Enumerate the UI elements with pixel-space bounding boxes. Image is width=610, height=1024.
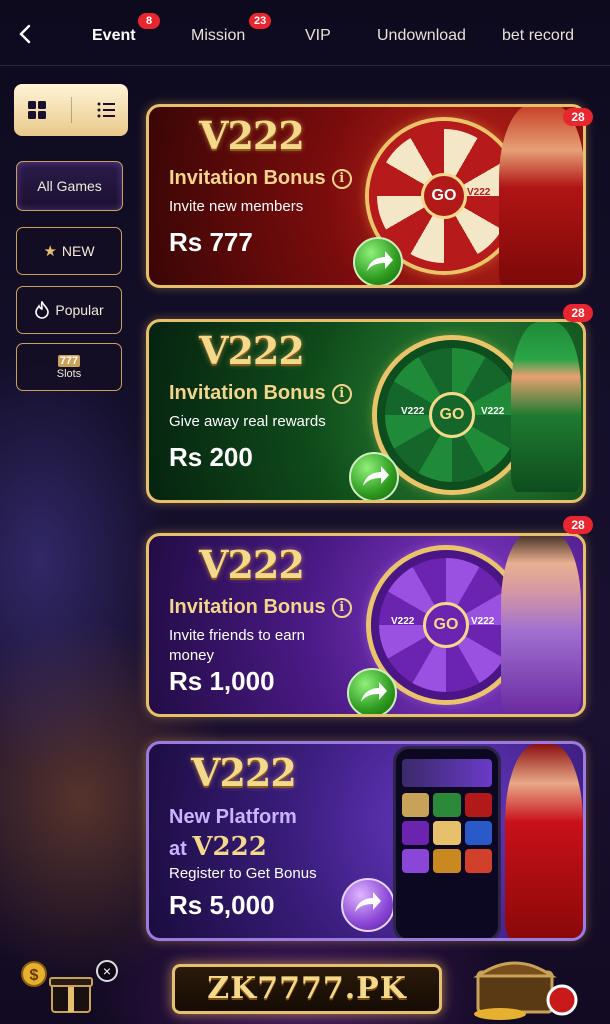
flame-icon [35, 301, 50, 319]
gift-bonus-button[interactable]: $ [16, 960, 96, 1016]
treasure-chest-icon [473, 961, 578, 1020]
go-button[interactable]: GO [423, 602, 469, 648]
tab-mission-label: Mission [191, 27, 246, 44]
promo-card-new-platform[interactable]: V222 New Platform at V222 Register to Ge… [146, 741, 586, 941]
phone-tile [433, 793, 461, 817]
phone-game-grid [402, 793, 492, 873]
new-platform-brand: V222 [192, 832, 267, 862]
phone-tile [464, 849, 492, 873]
event-count-badge: 8 [138, 13, 160, 29]
promo-card-invitation-green[interactable]: V222 Invitation Bonus i Give away real re… [146, 319, 586, 503]
wheel-segment-label: V222 [467, 187, 491, 198]
go-button[interactable]: GO [429, 392, 475, 438]
card-title: Invitation Bonus i [169, 596, 352, 619]
wheel-segment-label: V222 [481, 406, 505, 417]
phone-tile [433, 849, 461, 873]
prize-wheel: V222 V222 GO [377, 340, 527, 490]
back-button[interactable] [14, 22, 38, 46]
mission-count-badge: 23 [249, 13, 272, 29]
tab-mission[interactable]: Mission 23 [191, 13, 272, 45]
card-amount: Rs 1,000 [169, 666, 275, 696]
leprechaun-illustration [511, 322, 581, 492]
wheel-segment-label: V222 [391, 616, 415, 627]
share-arrow-button[interactable] [347, 668, 397, 714]
promo-card-invitation-purple[interactable]: V222 Invitation Bonus i Invite friends to… [146, 533, 586, 717]
card-amount: Rs 5,000 [169, 890, 275, 920]
card-title: New Platform at V222 [169, 802, 297, 864]
wheel-segment-label: V222 [401, 406, 425, 417]
card-title-text: Invitation Bonus [169, 596, 326, 618]
tab-event[interactable]: Event 8 [92, 13, 160, 45]
share-arrow-icon [363, 466, 389, 486]
wheel-segment-label: V222 [471, 616, 495, 627]
phone-mockup [393, 746, 501, 938]
grid-view-icon[interactable] [26, 99, 48, 121]
phone-tile [402, 849, 430, 873]
phone-tile [433, 821, 461, 845]
star-icon: ★ [43, 243, 57, 260]
card-subtitle: Register to Get Bonus [169, 865, 317, 882]
card-subtitle: Give away real rewards [169, 413, 326, 430]
share-arrow-icon [355, 892, 381, 912]
info-icon[interactable]: i [331, 598, 352, 618]
card-amount: Rs 777 [169, 227, 253, 257]
phone-tile [402, 793, 430, 817]
v222-logo: V222 [199, 113, 305, 158]
view-toggle [14, 84, 128, 136]
share-arrow-button[interactable] [341, 878, 395, 932]
card-amount: Rs 200 [169, 442, 253, 472]
sidebar-item-slots[interactable]: 777 Slots [16, 343, 122, 391]
new-platform-line1: New Platform [169, 806, 297, 828]
tab-bet-record[interactable]: bet record [502, 27, 574, 45]
phone-tile [464, 793, 492, 817]
sidebar-item-label: All Games [37, 178, 102, 194]
share-arrow-icon [361, 682, 387, 702]
phone-banner [402, 759, 492, 787]
card-subtitle: Invite friends to earn money [169, 627, 305, 664]
card-title: Invitation Bonus i [169, 382, 352, 405]
list-view-icon[interactable] [95, 99, 117, 121]
character-illustration [505, 744, 583, 938]
sidebar-item-label: NEW [61, 243, 95, 259]
info-icon[interactable]: i [331, 169, 352, 189]
card-count-badge: 28 [563, 108, 593, 126]
wheel-segment-label: V222 [387, 187, 411, 198]
close-icon[interactable]: × [96, 960, 118, 982]
tab-undownload[interactable]: Undownload [377, 27, 466, 45]
phone-tile [464, 821, 492, 845]
slots-777-logo: 777 [57, 354, 81, 367]
share-arrow-button[interactable] [353, 237, 403, 285]
character-illustration [501, 536, 581, 714]
info-icon[interactable]: i [331, 384, 352, 404]
tab-vip[interactable]: VIP [305, 27, 331, 45]
tab-event-label: Event [92, 27, 136, 44]
character-illustration [499, 107, 583, 285]
sidebar-item-popular[interactable]: Popular [16, 286, 122, 334]
promo-card-invitation-red[interactable]: V222 Invitation Bonus i Invite new member… [146, 104, 586, 288]
sidebar-item-new[interactable]: ★ NEW [16, 227, 122, 275]
card-subtitle: Invite new members [169, 198, 304, 215]
card-title: Invitation Bonus i [169, 167, 352, 190]
new-platform-at: at [169, 838, 187, 860]
v222-logo: V222 [199, 542, 305, 587]
brand-banner[interactable]: ZK7777.PK [172, 964, 442, 1014]
share-arrow-button[interactable] [349, 452, 399, 500]
toggle-divider [70, 97, 72, 123]
sidebar-item-all-games[interactable]: All Games [16, 161, 123, 211]
card-title-text: Invitation Bonus [169, 167, 326, 189]
svg-text:$: $ [30, 967, 39, 984]
sidebar-item-label: Popular [55, 302, 104, 318]
share-arrow-icon [367, 251, 393, 271]
phone-tile [402, 821, 430, 845]
card-count-badge: 28 [563, 516, 593, 534]
v222-logo: V222 [199, 328, 305, 373]
top-nav-bar: Event 8 Mission 23 VIP Undownload bet re… [0, 0, 610, 66]
chevron-left-icon [19, 24, 31, 44]
card-count-badge: 28 [563, 304, 593, 322]
card-title-text: Invitation Bonus [169, 382, 326, 404]
go-button[interactable]: GO [421, 173, 467, 219]
gift-icon: $ [21, 961, 93, 1013]
sidebar-item-label: Slots [56, 367, 82, 380]
v222-logo: V222 [191, 750, 297, 795]
